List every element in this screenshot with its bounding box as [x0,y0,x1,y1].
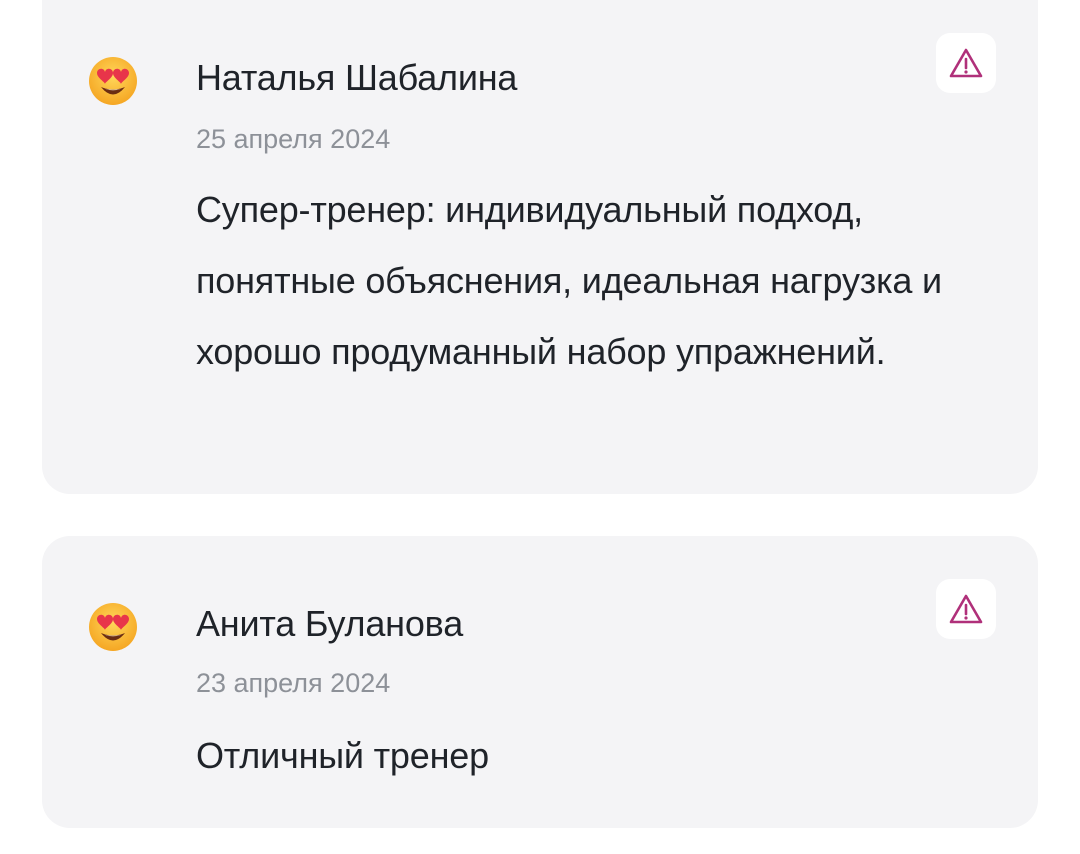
review-author: Анита Буланова [196,603,464,644]
heart-eyes-emoji-icon [89,603,137,651]
review-text: Супер-тренер: индивидуальный подход, пон… [196,189,942,372]
review-date: 23 апреля 2024 [196,668,391,698]
review-card: Наталья Шабалина 25 апреля 2024 Супер-тр… [42,0,1038,494]
review-text: Отличный тренер [196,735,489,776]
heart-eyes-emoji-icon [89,57,137,105]
report-button[interactable] [936,579,996,639]
warning-triangle-icon [949,48,983,78]
review-card: Анита Буланова 23 апреля 2024 Отличный т… [42,536,1038,828]
review-date: 25 апреля 2024 [196,124,391,154]
warning-triangle-icon [949,594,983,624]
review-author: Наталья Шабалина [196,57,518,98]
report-button[interactable] [936,33,996,93]
